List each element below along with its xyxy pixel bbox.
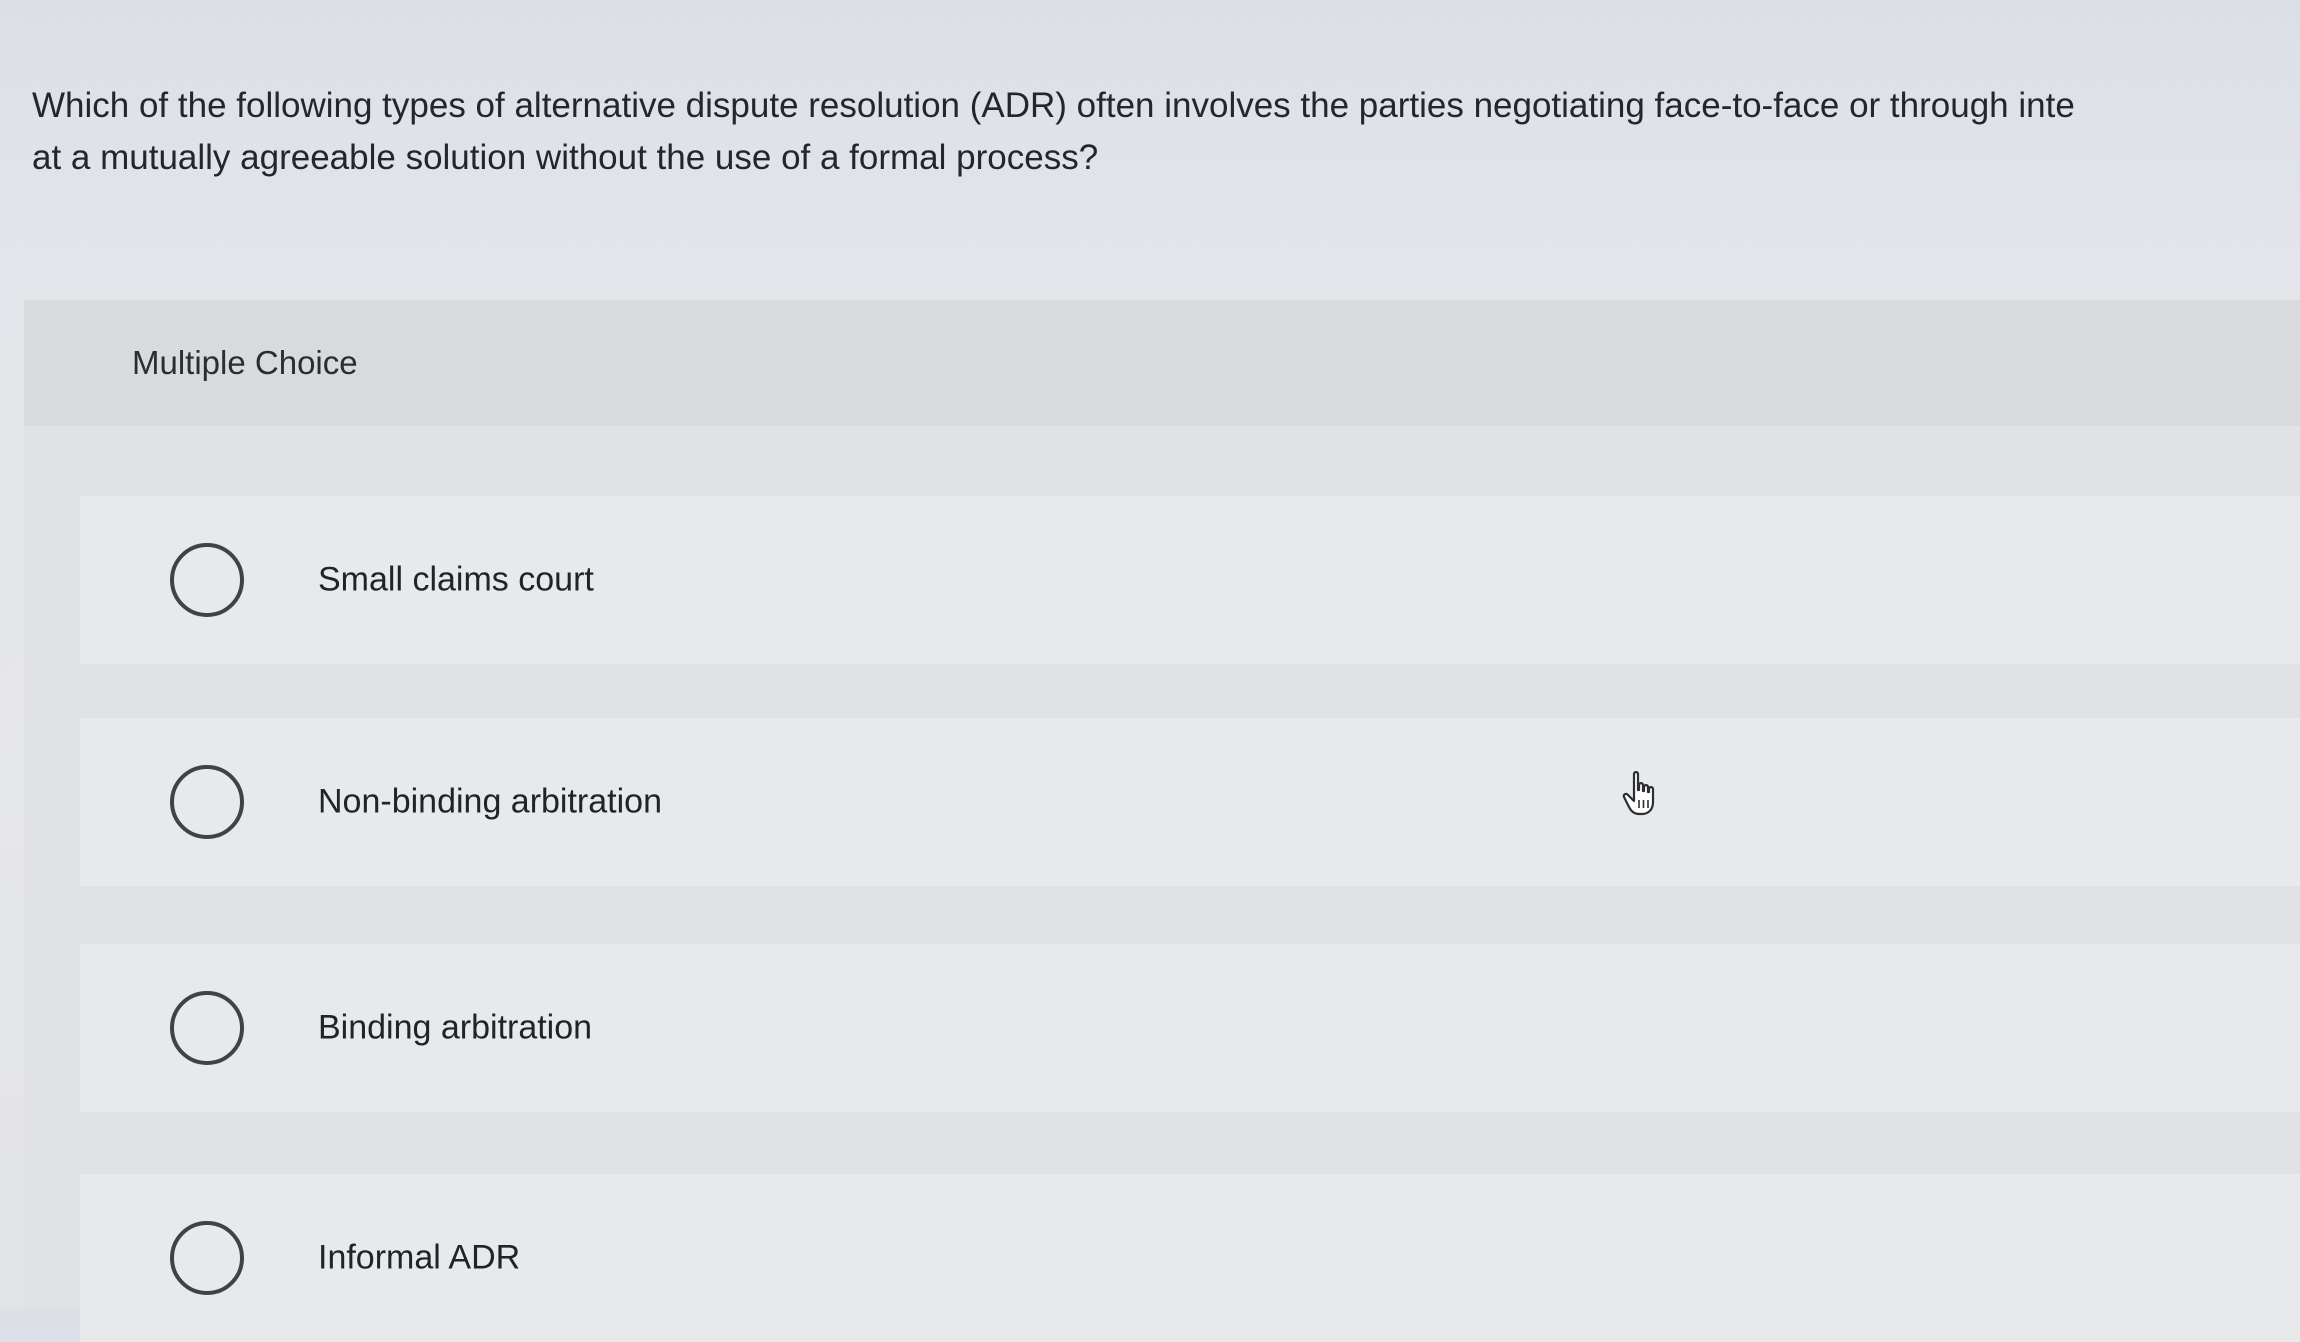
question-type-header: Multiple Choice: [24, 300, 2300, 426]
answer-panel: Multiple Choice Small claims court Non-b…: [24, 300, 2300, 1342]
choice-option-2[interactable]: Non-binding arbitration: [80, 718, 2300, 886]
question-text: Which of the following types of alternat…: [32, 80, 2300, 184]
question-line-1: Which of the following types of alternat…: [32, 86, 2075, 125]
choice-option-1[interactable]: Small claims court: [80, 496, 2300, 664]
choice-option-3[interactable]: Binding arbitration: [80, 944, 2300, 1112]
choice-label: Informal ADR: [318, 1238, 521, 1277]
radio-button-icon[interactable]: [170, 765, 244, 839]
hand-pointer-icon: [1620, 770, 1664, 818]
choice-label: Small claims court: [318, 560, 594, 599]
question-line-2: at a mutually agreeable solution without…: [32, 138, 1099, 177]
radio-button-icon[interactable]: [170, 543, 244, 617]
question-type-label: Multiple Choice: [132, 344, 358, 381]
choice-label: Binding arbitration: [318, 1008, 593, 1047]
radio-button-icon[interactable]: [170, 1221, 244, 1295]
radio-button-icon[interactable]: [170, 991, 244, 1065]
choice-label: Non-binding arbitration: [318, 782, 662, 821]
choice-option-4[interactable]: Informal ADR: [80, 1174, 2300, 1342]
